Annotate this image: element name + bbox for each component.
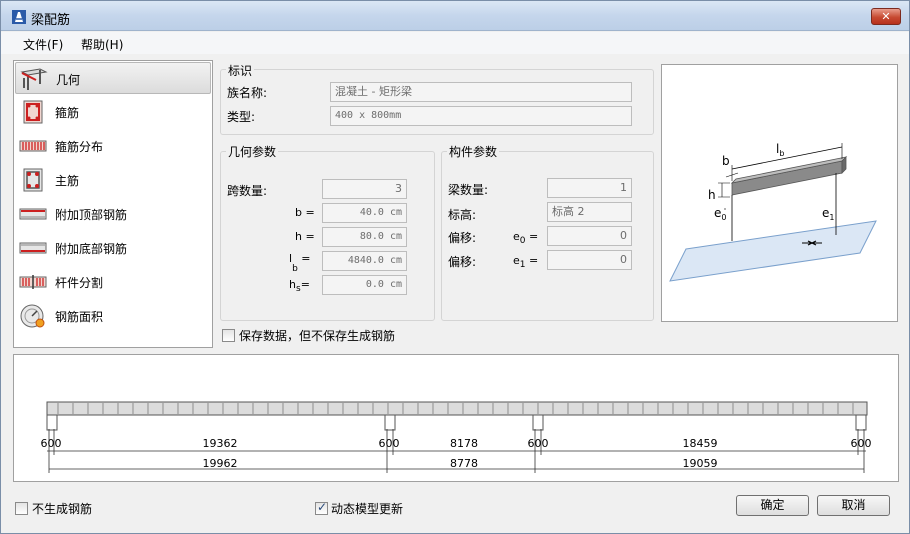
menu-help[interactable]: 帮助(H): [81, 36, 123, 53]
dim-bottom-0: 19962: [203, 457, 238, 470]
nav-item-member-split[interactable]: 杆件分割: [15, 266, 211, 298]
nav-label-stirrup: 箍筋: [55, 106, 80, 120]
identity-group-title: 标识: [226, 62, 255, 79]
dim-top-0: 600: [41, 437, 62, 450]
nav-label-stirrup-distribution: 箍筋分布: [55, 140, 104, 154]
beam-count-label: 梁数量:: [448, 183, 489, 197]
family-name-field[interactable]: 混凝土 - 矩形梁: [330, 82, 632, 102]
menu-file[interactable]: 文件(F): [23, 36, 63, 53]
type-field[interactable]: 400 x 800mm: [330, 106, 632, 126]
b-label: b =: [295, 206, 315, 219]
b-field[interactable]: 40.0 cm: [322, 203, 407, 223]
stirrup-icon: [23, 100, 43, 124]
beam-3d-diagram: lb b h e0 e1: [669, 142, 877, 282]
save-data-label: 保存数据，但不保存生成钢筋: [239, 329, 396, 343]
level-label: 标高:: [448, 208, 477, 222]
type-label: 类型:: [227, 110, 256, 124]
offset-e0-field[interactable]: 0: [547, 226, 632, 246]
beam-count-field[interactable]: 1: [547, 178, 632, 198]
e0-label: e0 =: [513, 230, 539, 247]
member-params-title: 构件参数: [447, 143, 500, 160]
main-bar-icon: [23, 168, 43, 192]
nav-label-rebar-area: 钢筋面积: [55, 310, 104, 324]
span-count-label: 跨数量:: [227, 184, 268, 198]
offset-e0-label: 偏移:: [448, 231, 477, 245]
preview-e0-text: e0: [714, 206, 726, 222]
dim-top-5: 18459: [683, 437, 718, 450]
dim-top-6: 600: [851, 437, 872, 450]
ok-button[interactable]: 确定: [736, 495, 809, 516]
nav-item-rebar-area[interactable]: 钢筋面积: [15, 300, 211, 332]
nav-item-geometry[interactable]: 几何: [15, 62, 211, 94]
nav-label-additional-bottom-bar: 附加底部钢筋: [55, 242, 128, 256]
offset-e1-field[interactable]: 0: [547, 250, 632, 270]
nav-item-additional-bottom-bar[interactable]: 附加底部钢筋: [15, 232, 211, 264]
family-name-label: 族名称:: [227, 86, 268, 100]
nav-item-stirrup-distribution[interactable]: 箍筋分布: [15, 130, 211, 162]
preview-e1-text: e1: [822, 206, 834, 222]
hs-field[interactable]: 0.0 cm: [322, 275, 407, 295]
title-bar[interactable]: 梁配筋 ✕: [1, 1, 909, 31]
beam-reinforcement-dialog: 梁配筋 ✕ 文件(F) 帮助(H) 几何 箍筋 箍筋分布 主筋 附加顶部钢筋 附…: [0, 0, 910, 534]
dynamic-update-checkbox[interactable]: [315, 500, 328, 515]
h-label: h =: [295, 230, 315, 243]
settings-nav-list: 几何 箍筋 箍筋分布 主筋 附加顶部钢筋 附加底部钢筋 杆件分割 钢筋面积: [13, 60, 213, 348]
hs-label: hs=: [289, 278, 310, 295]
app-icon: [12, 10, 26, 24]
no-rebar-label: 不生成钢筋: [32, 502, 93, 516]
close-button[interactable]: ✕: [871, 8, 901, 25]
additional-top-bar-icon: [19, 208, 47, 220]
window-title: 梁配筋: [31, 13, 71, 28]
dim-bottom-2: 19059: [683, 457, 718, 470]
span-count-field[interactable]: 3: [322, 179, 407, 199]
nav-label-geometry: 几何: [56, 73, 81, 87]
level-field[interactable]: 标高 2: [547, 202, 632, 222]
save-data-checkbox[interactable]: [222, 329, 235, 342]
preview-lb-text: lb: [776, 142, 784, 158]
beam-elevation-panel: 600 19362 600 8178 600 18459 600 19962 8…: [13, 354, 899, 482]
e1-label: e1 =: [513, 254, 539, 271]
nav-label-additional-top-bar: 附加顶部钢筋: [55, 208, 128, 222]
stirrup-distribution-icon: [19, 140, 47, 152]
geometry-params-title: 几何参数: [226, 143, 279, 160]
dim-bottom-1: 8778: [450, 457, 478, 470]
offset-e1-label: 偏移:: [448, 255, 477, 269]
member-split-icon: [19, 275, 47, 289]
dim-top-4: 600: [528, 437, 549, 450]
h-field[interactable]: 80.0 cm: [322, 227, 407, 247]
nav-item-additional-top-bar[interactable]: 附加顶部钢筋: [15, 198, 211, 230]
beam-elevation-diagram: 600 19362 600 8178 600 18459 600 19962 8…: [41, 401, 872, 473]
nav-item-main-bar[interactable]: 主筋: [15, 164, 211, 196]
preview-b-text: b: [722, 154, 730, 168]
nav-item-stirrup[interactable]: 箍筋: [15, 96, 211, 128]
dim-top-3: 8178: [450, 437, 478, 450]
menu-bar: 文件(F) 帮助(H): [1, 32, 909, 54]
preview-h-text: h: [708, 188, 716, 202]
lb-field[interactable]: 4840.0 cm: [322, 251, 407, 271]
beam-preview: lb b h e0 e1: [661, 64, 898, 322]
additional-bottom-bar-icon: [19, 242, 47, 254]
dim-top-2: 600: [379, 437, 400, 450]
no-rebar-checkbox[interactable]: [15, 502, 28, 515]
beam-geometry-icon: [20, 68, 48, 90]
dim-top-1: 19362: [203, 437, 238, 450]
nav-label-main-bar: 主筋: [55, 174, 80, 188]
close-icon: ✕: [881, 10, 891, 23]
dynamic-update-label: 动态模型更新: [331, 502, 404, 516]
cancel-button[interactable]: 取消: [817, 495, 890, 516]
nav-label-member-split: 杆件分割: [55, 276, 104, 290]
lb-label: lb =: [289, 252, 311, 275]
rebar-area-icon: [20, 304, 45, 328]
